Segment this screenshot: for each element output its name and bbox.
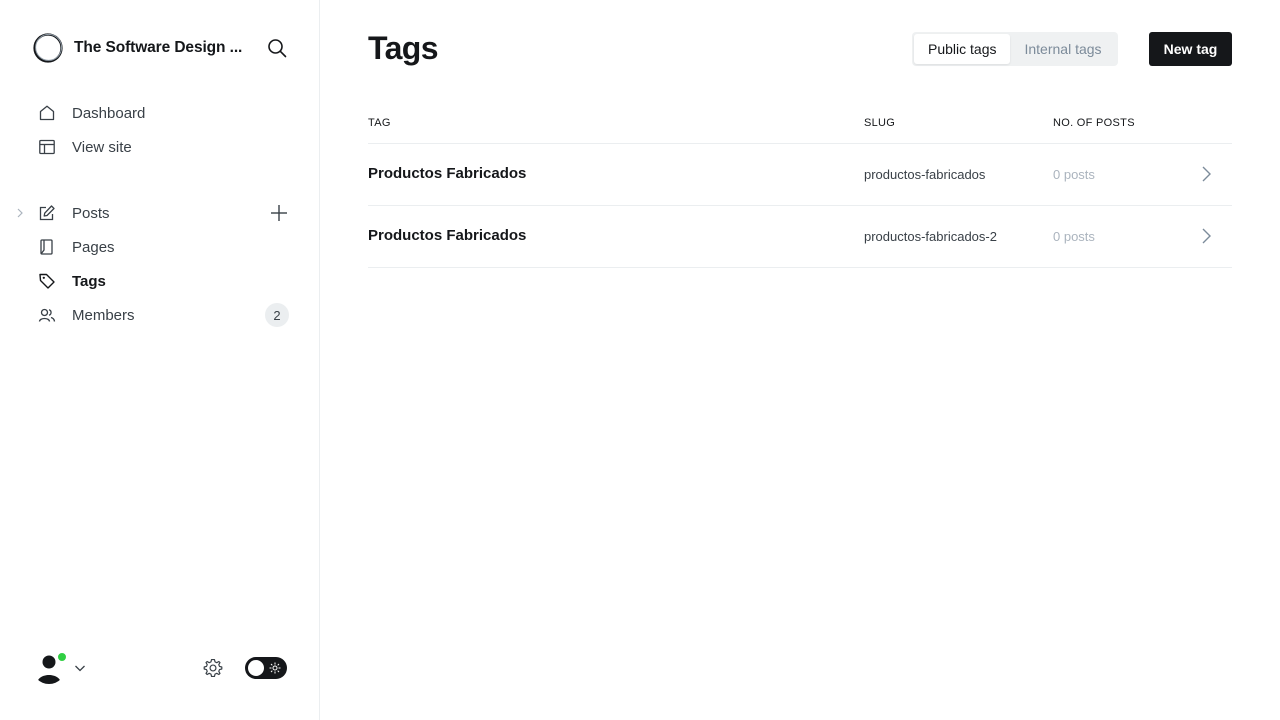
tag-slug: productos-fabricados bbox=[864, 167, 986, 182]
new-tag-button[interactable]: New tag bbox=[1149, 32, 1232, 66]
tag-name[interactable]: Productos Fabricados bbox=[368, 227, 526, 244]
sidebar-item-label: Members bbox=[72, 306, 135, 324]
sidebar-item-label: Tags bbox=[72, 272, 106, 290]
toggle-knob bbox=[248, 660, 264, 676]
pencil-icon bbox=[38, 204, 56, 222]
secondary-nav: Posts Pages Tags Members 2 bbox=[0, 196, 319, 332]
tag-post-count[interactable]: 0 posts bbox=[1053, 167, 1095, 182]
layout-icon bbox=[38, 138, 56, 156]
home-icon bbox=[38, 104, 56, 122]
members-icon bbox=[38, 306, 56, 324]
sidebar-item-pages[interactable]: Pages bbox=[0, 230, 319, 264]
sidebar-item-dashboard[interactable]: Dashboard bbox=[0, 96, 319, 130]
sidebar-item-label: View site bbox=[72, 138, 132, 156]
sidebar-item-label: Dashboard bbox=[72, 104, 146, 122]
sidebar-item-tags[interactable]: Tags bbox=[0, 264, 319, 298]
page-title: Tags bbox=[368, 30, 439, 66]
tag-icon bbox=[38, 272, 56, 290]
search-icon[interactable] bbox=[266, 37, 288, 59]
add-post-icon[interactable] bbox=[268, 202, 290, 224]
column-header-posts: NO. OF POSTS bbox=[1053, 117, 1135, 129]
tag-post-count[interactable]: 0 posts bbox=[1053, 229, 1095, 244]
online-status-indicator bbox=[57, 652, 67, 662]
sidebar-item-members[interactable]: Members 2 bbox=[0, 298, 319, 332]
sidebar-item-label: Posts bbox=[72, 204, 110, 222]
main-content: Tags Public tags Internal tags New tag T… bbox=[368, 0, 1232, 720]
members-count-badge: 2 bbox=[265, 303, 289, 327]
user-menu[interactable] bbox=[32, 650, 67, 684]
chevron-right-icon[interactable] bbox=[1200, 164, 1214, 184]
sidebar-footer bbox=[32, 650, 288, 686]
sidebar-item-label: Pages bbox=[72, 238, 115, 256]
tab-public-tags[interactable]: Public tags bbox=[914, 34, 1011, 64]
tag-name[interactable]: Productos Fabricados bbox=[368, 165, 526, 182]
tab-internal-tags[interactable]: Internal tags bbox=[1010, 34, 1115, 64]
chevron-right-icon[interactable] bbox=[14, 207, 26, 219]
tags-table: TAG SLUG NO. OF POSTS Productos Fabricad… bbox=[368, 112, 1232, 268]
chevron-down-icon[interactable] bbox=[74, 662, 86, 674]
site-brand[interactable]: The Software Design ... bbox=[32, 32, 288, 64]
tag-type-tabs: Public tags Internal tags bbox=[912, 32, 1118, 66]
table-header: TAG SLUG NO. OF POSTS bbox=[368, 112, 1232, 144]
site-title[interactable]: The Software Design ... bbox=[74, 39, 246, 57]
sidebar-item-posts[interactable]: Posts bbox=[0, 196, 319, 230]
column-header-slug: SLUG bbox=[864, 117, 896, 129]
sidebar: The Software Design ... Dashboard View s… bbox=[0, 0, 320, 720]
table-row[interactable]: Productos Fabricados productos-fabricado… bbox=[368, 144, 1232, 206]
site-logo-icon bbox=[33, 33, 63, 63]
column-header-tag: TAG bbox=[368, 117, 391, 129]
gear-icon[interactable] bbox=[202, 657, 224, 679]
dark-mode-toggle[interactable] bbox=[245, 657, 287, 679]
sidebar-item-view-site[interactable]: View site bbox=[0, 130, 319, 164]
sun-icon bbox=[269, 662, 281, 674]
chevron-right-icon[interactable] bbox=[1200, 226, 1214, 246]
tag-slug: productos-fabricados-2 bbox=[864, 229, 997, 244]
table-row[interactable]: Productos Fabricados productos-fabricado… bbox=[368, 206, 1232, 268]
primary-nav: Dashboard View site bbox=[0, 96, 319, 164]
page-icon bbox=[38, 238, 56, 256]
